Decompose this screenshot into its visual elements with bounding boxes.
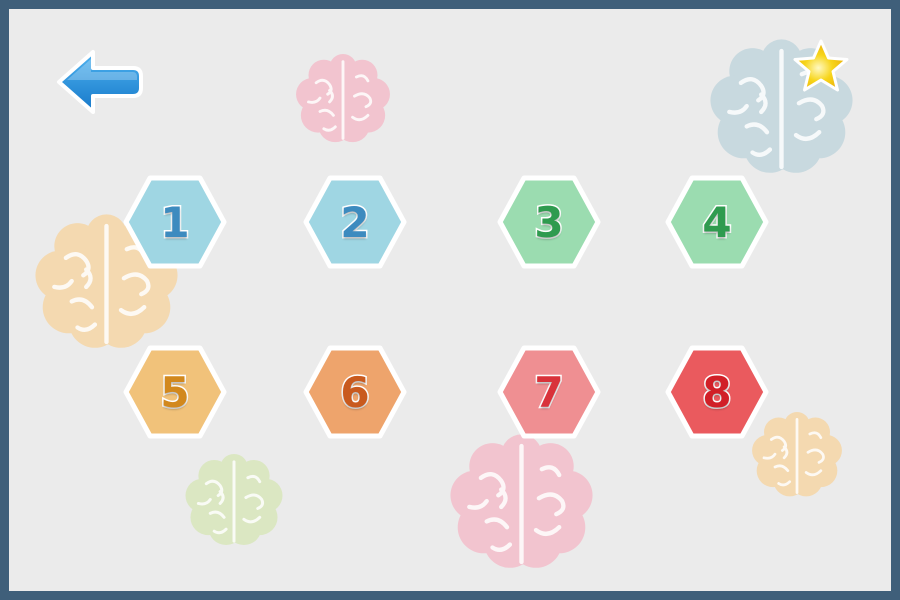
level-2-button[interactable]: 2 <box>302 174 408 270</box>
game-screen: 1 2 3 4 5 6 7 8 <box>9 9 891 591</box>
left-arrow-icon <box>57 50 143 114</box>
star-button[interactable] <box>791 38 851 96</box>
star-icon <box>793 39 849 92</box>
level-number: 7 <box>533 366 565 418</box>
level-number: 1 <box>159 196 191 248</box>
level-4-button[interactable]: 4 <box>664 174 770 270</box>
brain-icon <box>184 454 284 549</box>
level-number: 8 <box>701 366 733 418</box>
level-6-button[interactable]: 6 <box>302 344 408 440</box>
level-5-button[interactable]: 5 <box>122 344 228 440</box>
level-number: 4 <box>701 196 733 248</box>
level-number: 3 <box>533 196 565 248</box>
level-number: 5 <box>159 366 191 418</box>
level-number: 2 <box>339 196 371 248</box>
level-3-button[interactable]: 3 <box>496 174 602 270</box>
level-7-button[interactable]: 7 <box>496 344 602 440</box>
brain-icon <box>449 434 594 574</box>
brain-icon <box>295 54 391 146</box>
back-button[interactable] <box>53 44 145 120</box>
level-number: 6 <box>339 366 371 418</box>
level-8-button[interactable]: 8 <box>664 344 770 440</box>
level-1-button[interactable]: 1 <box>122 174 228 270</box>
